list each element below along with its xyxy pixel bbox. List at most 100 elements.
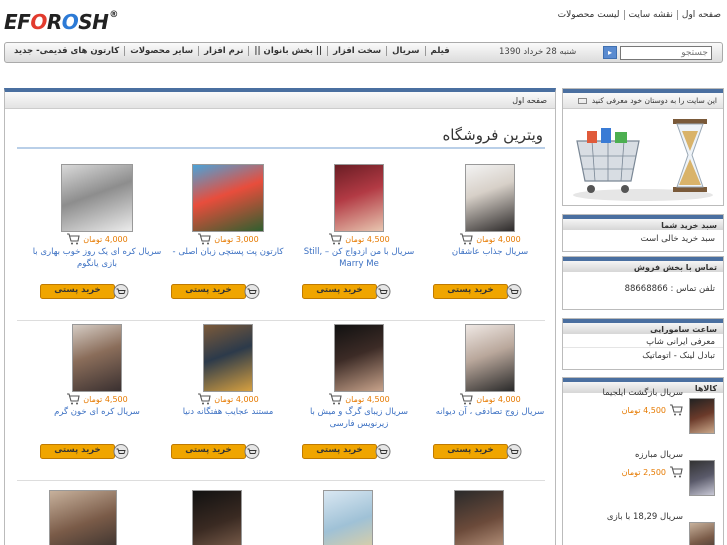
price-currency: تومان (476, 394, 496, 404)
cart-icon[interactable] (328, 393, 342, 405)
storefront-panel: صفحه اول ویترین فروشگاه 4,000 تومان سریال… (4, 88, 556, 545)
nav-item-series[interactable]: سریال (387, 46, 426, 56)
product-image[interactable] (454, 490, 504, 545)
logo-text-r: R (46, 10, 62, 34)
product-name[interactable]: سریال جذاب عاشقان (425, 246, 555, 258)
product-image[interactable] (49, 490, 117, 545)
cart-icon[interactable] (459, 233, 473, 245)
product-card: 4,500 تومان سریال کره ای خون گرم خرید پستی (32, 310, 162, 460)
buy-button[interactable]: خرید پستی (171, 444, 261, 459)
price-row: 4,000 تومان (425, 232, 555, 246)
product-image[interactable] (203, 324, 253, 392)
recommend-text: این سایت را به دوستان خود معرفی کنید (591, 96, 717, 105)
cart-hourglass-illustration (573, 119, 713, 201)
cart-box: سبد خرید شما سبد خرید خالی است (562, 214, 724, 252)
product-price: 4,500 تومان (83, 395, 127, 404)
product-name[interactable]: سریال کره ای یک روز خوب بهاری با بازی یا… (32, 246, 162, 270)
product-price: 3,000 تومان (214, 235, 258, 244)
buy-label: خرید پستی (185, 285, 232, 295)
product-image[interactable] (192, 490, 242, 545)
toplink-home[interactable]: صفحه اول (676, 10, 725, 20)
product-price: 4,000 تومان (214, 395, 258, 404)
product-image[interactable] (323, 490, 373, 545)
row-divider (17, 320, 545, 321)
buy-button[interactable]: خرید پستی (40, 444, 130, 459)
product-name[interactable]: سریال زوج تصادفی ، آن دیوانه (425, 406, 555, 418)
price-row: 4,500 تومان (294, 232, 424, 246)
product-image[interactable] (465, 164, 515, 232)
recommend-link[interactable]: این سایت را به دوستان خود معرفی کنید (563, 89, 723, 109)
product-image[interactable] (465, 324, 515, 392)
buy-button[interactable]: خرید پستی (302, 444, 392, 459)
buy-button[interactable]: خرید پستی (433, 284, 523, 299)
price-row: 4,000 تومان (32, 232, 162, 246)
buy-label: خرید پستی (54, 445, 101, 455)
product-name[interactable]: سریال زیبای گرگ و میش با زیرنویس فارسی (294, 406, 424, 430)
price-currency: تومان (83, 234, 103, 244)
goods-price-value: 2,500 (643, 467, 666, 477)
goods-image[interactable] (689, 522, 715, 545)
nav-item-movies[interactable]: فیلم (426, 46, 455, 56)
buy-button[interactable]: خرید پستی (302, 284, 392, 299)
cart-icon[interactable] (66, 233, 80, 245)
current-date: شنبه 28 خرداد 1390 (499, 47, 577, 57)
breadcrumb[interactable]: صفحه اول (5, 92, 555, 109)
cart-icon[interactable] (669, 404, 683, 416)
goods-name[interactable]: سریال مبارزه (635, 450, 683, 460)
links-box: ساعت سامورایی معرفی ایرانی شاپ تبادل لین… (562, 318, 724, 370)
cart-icon[interactable] (197, 233, 211, 245)
toplink-product-list[interactable]: لیست محصولات (554, 10, 624, 20)
site-logo[interactable]: EFOROSH® (4, 10, 118, 34)
page-title: ویترین فروشگاه (442, 126, 543, 144)
price-value: 4,000 (497, 394, 521, 404)
product-card: 3,000 تومان کارتون پت پستچی زبان اصلی - خر… (163, 150, 293, 300)
nav-item-other-products[interactable]: سایر محصولات (125, 46, 200, 56)
product-name[interactable]: سریال با من ازدواج کن – Still, Marry Me (294, 246, 424, 270)
contact-box: تماس با بخش فروش تلفن تماس : 88668866 (562, 256, 724, 310)
product-image[interactable] (61, 164, 133, 232)
link-iranishop[interactable]: معرفی ایرانی شاپ (563, 334, 723, 348)
logo-text-sh: SH (78, 10, 109, 34)
link-exchange[interactable]: تبادل لینک - اتوماتیک (563, 348, 723, 361)
product-card: 4,000 تومان سریال جذاب عاشقان خرید پستی (425, 150, 555, 300)
goods-name[interactable]: سریال 18,29 با بازی (607, 512, 683, 522)
product-image[interactable] (334, 164, 384, 232)
goods-item: سریال بازگشت ایلجیما 4,500 تومان (563, 388, 725, 448)
goods-image[interactable] (689, 460, 715, 496)
price-currency: تومان (83, 394, 103, 404)
price-currency: تومان (345, 394, 365, 404)
goods-image[interactable] (689, 398, 715, 434)
product-card: 4,000 تومان مستند عجایب هفتگانه دنیا خرید … (163, 310, 293, 460)
cart-icon[interactable] (459, 393, 473, 405)
product-image[interactable] (334, 324, 384, 392)
cart-icon[interactable] (66, 393, 80, 405)
goods-price-currency: تومان (621, 405, 641, 415)
product-name[interactable]: مستند عجایب هفتگانه دنیا (163, 406, 293, 418)
nav-item-hardware[interactable]: سخت افزار (328, 46, 388, 56)
nav-menu: فیلم سریال سخت افزار || بخش بانوان || نر… (9, 46, 455, 56)
price-value: 4,000 (497, 234, 521, 244)
product-name[interactable]: کارتون پت پستچی زبان اصلی - (163, 246, 293, 258)
product-name[interactable]: سریال کره ای خون گرم (32, 406, 162, 418)
toplink-sitemap[interactable]: نقشه سایت (623, 10, 677, 20)
buy-label: خرید پستی (316, 445, 363, 455)
nav-item-cartoons[interactable]: کارتون های قدیمی- جدید (9, 46, 126, 56)
nav-item-women[interactable]: || بخش بانوان || (249, 46, 329, 56)
contact-title: تماس با بخش فروش (563, 257, 723, 272)
cart-icon[interactable] (669, 466, 683, 478)
search-button[interactable]: ▸ (603, 46, 617, 59)
cart-icon[interactable] (197, 393, 211, 405)
price-value: 4,000 (235, 394, 259, 404)
goods-price-value: 4,500 (643, 405, 666, 415)
buy-button[interactable]: خرید پستی (40, 284, 130, 299)
buy-button[interactable]: خرید پستی (171, 284, 261, 299)
buy-button[interactable]: خرید پستی (433, 444, 523, 459)
product-card: 4,000 تومان سریال کره ای یک روز خوب بهاری… (32, 150, 162, 300)
nav-item-software[interactable]: نرم افزار (199, 46, 250, 56)
search-input[interactable] (620, 46, 712, 60)
cart-icon[interactable] (328, 233, 342, 245)
goods-name[interactable]: سریال بازگشت ایلجیما (603, 388, 683, 398)
registered-mark: ® (109, 10, 118, 20)
product-image[interactable] (72, 324, 122, 392)
product-image[interactable] (192, 164, 264, 232)
